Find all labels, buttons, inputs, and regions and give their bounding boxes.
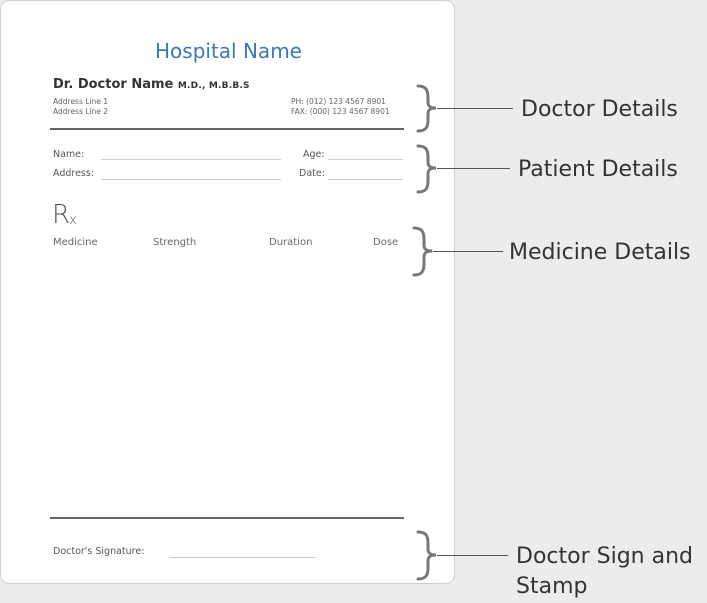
patient-details-brace [416, 144, 437, 194]
doctor-details-label: Doctor Details [521, 97, 678, 122]
medicine-details-connector [433, 251, 503, 252]
doctor-details-brace [416, 84, 437, 133]
patient-details-label: Patient Details [518, 157, 678, 182]
doctor-sign-brace [416, 530, 437, 581]
medicine-details-label: Medicine Details [509, 240, 691, 265]
doctor-sign-label-line1: Doctor Sign and [516, 544, 693, 569]
patient-details-connector [437, 168, 510, 169]
medicine-details-brace [412, 226, 433, 277]
doctor-sign-label-line2: Stamp [516, 574, 588, 599]
doctor-sign-connector [437, 555, 508, 556]
doctor-details-connector [437, 108, 513, 109]
braces-overlay [412, 84, 437, 581]
